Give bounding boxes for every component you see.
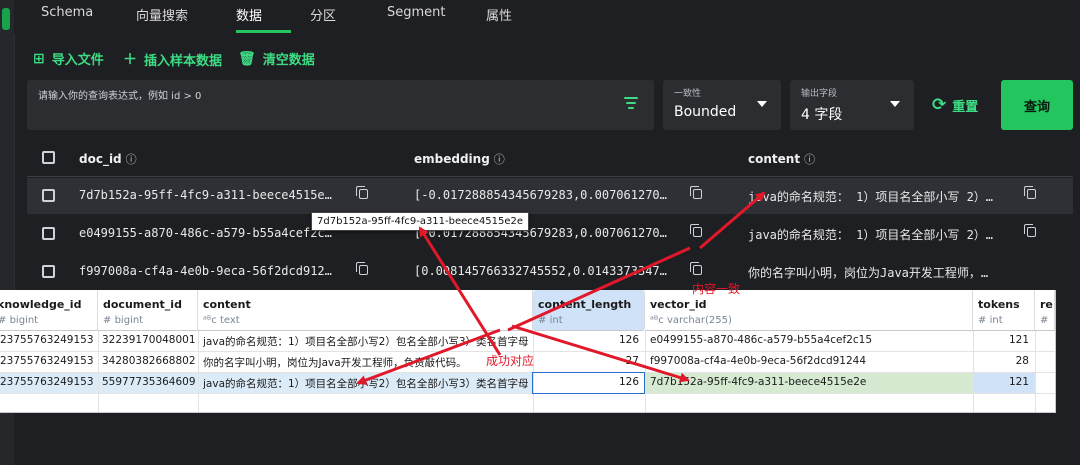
query-expression-input[interactable]: 请输入你的查询表达式，例如 id > 0 (27, 80, 654, 130)
db-column-header-re[interactable]: re # (1035, 290, 1055, 331)
doc-id-cell[interactable]: e0499155-a870-486c-a579-b55a4cef2c… (79, 226, 349, 240)
copy-icon[interactable] (356, 262, 368, 275)
refresh-icon: ⟳ (932, 95, 947, 115)
tab-partitions[interactable]: 分区 (310, 5, 336, 24)
column-header-embedding[interactable]: embedding ⓘ (414, 151, 505, 167)
tab-data[interactable]: 数据 (236, 5, 262, 24)
annotation-success-map: 成功对应 (486, 354, 535, 368)
doc-id-cell[interactable]: 7d7b152a-95ff-4fc9-a311-beece4515e… (79, 188, 349, 202)
copy-icon[interactable] (690, 224, 702, 237)
filter-icon[interactable] (624, 97, 638, 112)
info-icon: ⓘ (125, 153, 137, 166)
annotation-content-match: 内容一致 (692, 282, 741, 296)
doc-id-cell[interactable]: f997008a-cf4a-4e0b-9eca-56f2dcd912… (79, 264, 349, 278)
text-type-icon: ᵃᴮc (650, 315, 664, 326)
clear-data-button[interactable]: 🗑 清空数据 (238, 49, 315, 69)
text-type-icon: ᵃᴮc (203, 315, 217, 326)
column-header-doc-id[interactable]: doc_id ⓘ (79, 151, 137, 167)
plus-icon: ＋ (123, 52, 137, 68)
number-type-icon: # (1040, 315, 1049, 326)
table-row[interactable]: e0499155-a870-486c-a579-b55a4cef2c… [-0.… (27, 216, 1073, 252)
select-all-checkbox[interactable] (42, 151, 55, 164)
query-placeholder: 请输入你的查询表达式，例如 id > 0 (38, 91, 202, 102)
copy-icon[interactable] (356, 186, 368, 199)
table-row[interactable]: 23755763249153 32239170048001 java的命名规范：… (0, 331, 1055, 352)
row-checkbox[interactable] (42, 227, 55, 240)
number-type-icon: # (538, 315, 547, 326)
number-type-icon: # (0, 315, 6, 326)
table-row-selected[interactable]: 23755763249153 55977735364609 java的命名规范：… (0, 373, 1055, 394)
column-header-content[interactable]: content ⓘ (748, 151, 815, 167)
reset-button[interactable]: ⟳ 重置 (932, 95, 978, 115)
import-icon: ⊞ (33, 50, 45, 67)
row-checkbox[interactable] (42, 189, 55, 202)
table-row[interactable]: 7d7b152a-95ff-4fc9-a311-beece4515e… [-0.… (27, 178, 1073, 214)
trash-icon: 🗑 (238, 50, 256, 67)
db-column-header-tokens[interactable]: tokens # int (973, 290, 1035, 331)
row-checkbox[interactable] (42, 265, 55, 278)
content-cell[interactable]: 你的名字叫小明，岗位为Java开发工程师，… (748, 264, 1048, 281)
doc-id-tooltip: 7d7b152a-95ff-4fc9-a311-beece4515e2e (311, 212, 530, 231)
info-icon: ⓘ (493, 153, 505, 166)
number-type-icon: # (103, 315, 112, 326)
tab-bar: Schema 向量搜索 数据 分区 Segment 属性 (14, 0, 1080, 34)
tab-schema[interactable]: Schema (41, 5, 93, 20)
active-tab-indicator (236, 30, 291, 33)
db-column-header-document-id[interactable]: document_id # bigint (98, 290, 198, 331)
embedding-cell[interactable]: [0.008145766332745552,0.0143373347… (414, 264, 684, 278)
copy-icon[interactable] (1024, 224, 1036, 237)
db-column-header-knowledge-id[interactable]: knowledge_id # bigint (0, 290, 98, 331)
content-cell[interactable]: java的命名规范： 1）项目名全部小写 2）… (748, 226, 1018, 243)
tab-vector-search[interactable]: 向量搜索 (136, 5, 188, 24)
copy-icon[interactable] (1024, 186, 1036, 199)
tab-segment[interactable]: Segment (387, 5, 446, 20)
output-fields-select[interactable]: 输出字段 4 字段 (790, 80, 914, 130)
grid-header: doc_id ⓘ embedding ⓘ content ⓘ (27, 140, 1073, 177)
consistency-select[interactable]: 一致性 Bounded (663, 80, 781, 130)
db-column-header-content[interactable]: content ᵃᴮc text (198, 290, 533, 331)
insert-sample-button[interactable]: ＋插入样本数据 (123, 49, 222, 69)
import-file-button[interactable]: ⊞ 导入文件 (33, 49, 104, 69)
chevron-down-icon (757, 101, 767, 107)
empty-area (14, 412, 1080, 465)
copy-icon[interactable] (690, 186, 702, 199)
chevron-down-icon (890, 101, 900, 107)
query-button[interactable]: 查询 (1001, 80, 1073, 130)
rail-indicator (2, 8, 10, 30)
embedding-cell[interactable]: [-0.017288854345679283,0.007061270… (414, 188, 684, 202)
content-cell[interactable]: java的命名规范： 1）项目名全部小写 2）… (748, 188, 1018, 205)
copy-icon[interactable] (690, 262, 702, 275)
table-row[interactable]: f997008a-cf4a-4e0b-9eca-56f2dcd912… [0.0… (27, 254, 1073, 290)
info-icon: ⓘ (804, 153, 816, 166)
db-column-header-content-length[interactable]: content_length # int (533, 290, 645, 331)
number-type-icon: # (978, 315, 987, 326)
tab-properties[interactable]: 属性 (486, 5, 512, 24)
